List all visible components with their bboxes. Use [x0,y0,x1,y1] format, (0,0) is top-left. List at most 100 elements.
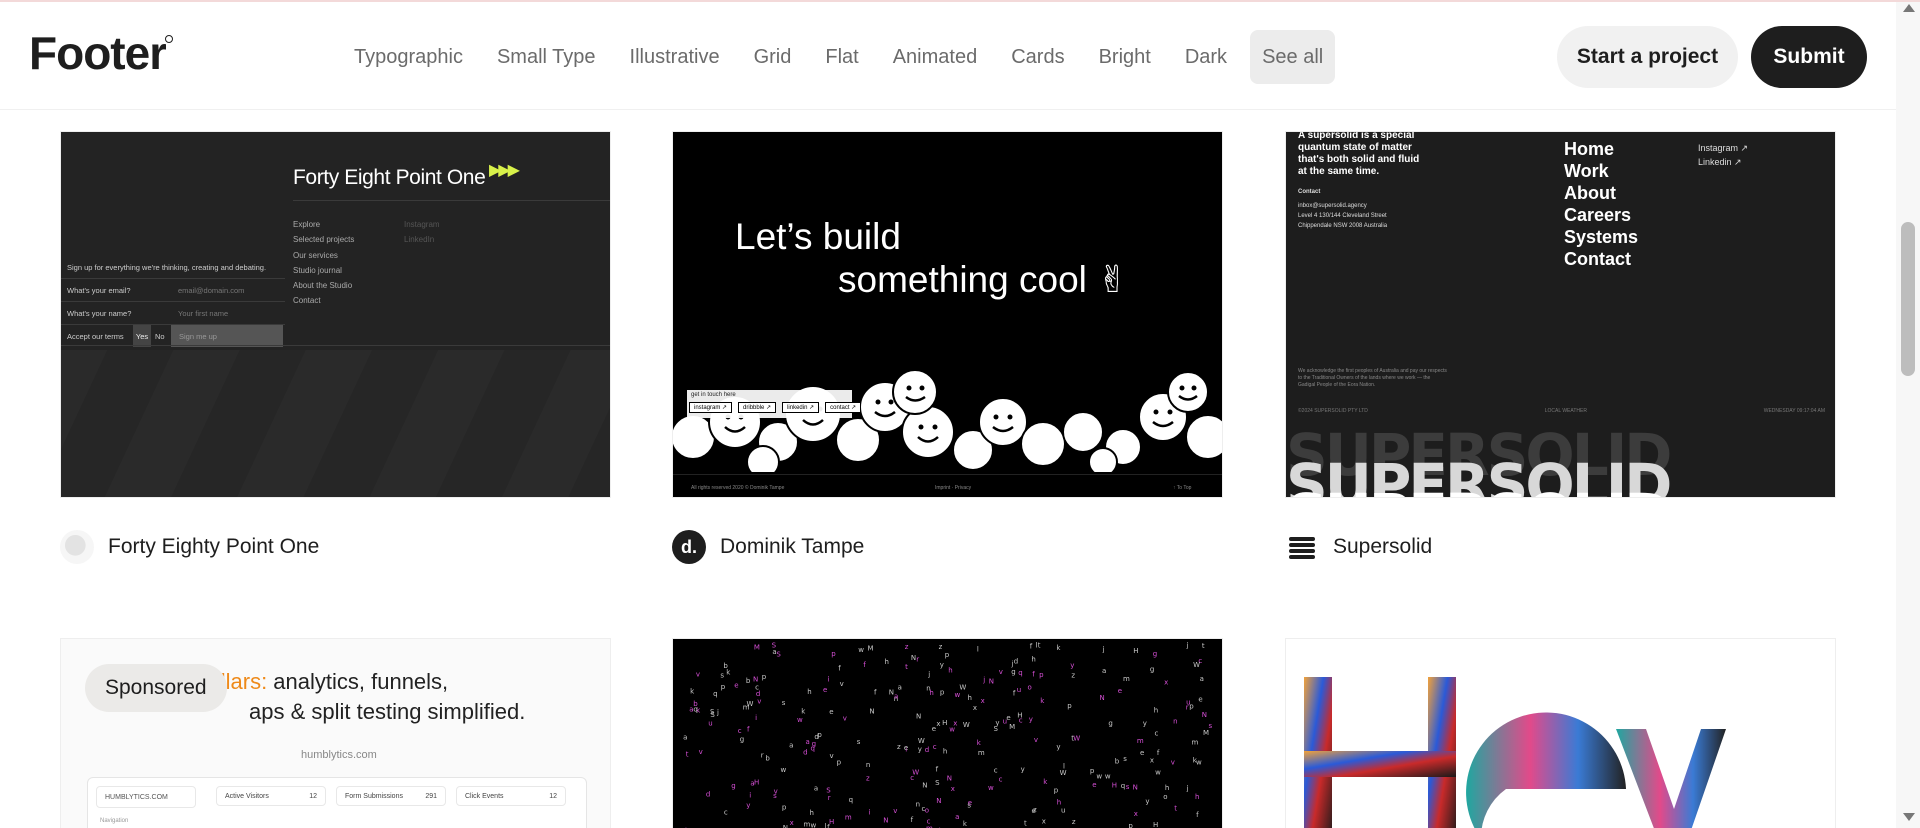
preview-headline-2: something cool ✌ [838,259,1129,300]
particle-letter: N [916,713,921,721]
particle-letter: p [831,650,836,658]
particle-letter: u [1061,807,1065,815]
particle-letter: z [1072,818,1076,826]
preview-legal: Imprint · Privacy [935,485,972,491]
card-preview-forty-eight-point-one[interactable]: Forty Eight Point One ▶▶▶ Explore Select… [60,131,611,498]
particle-letter: N [989,677,994,685]
preview-copyright: All rights reserved 2020 © Dominik Tampe [691,485,785,491]
scroll-up-arrow-icon[interactable] [1903,4,1915,12]
card-preview-hey[interactable] [1285,638,1836,828]
nav-cards[interactable]: Cards [994,30,1081,84]
nav-typographic[interactable]: Typographic [337,30,480,84]
preview-meta-row: ©2024 SUPERSOLID PTY LTD LOCAL WEATHER W… [1298,408,1825,414]
nav-see-all[interactable]: See all [1250,30,1336,84]
preview-social-item: Linkedin ↗ [1698,157,1742,167]
particle-letter: y [1143,720,1147,728]
particle-letter: f [1013,689,1016,697]
scroll-down-arrow-icon[interactable] [1903,813,1915,821]
start-project-button[interactable]: Start a project [1557,26,1738,88]
preview-name-value: Your first name [178,308,229,318]
particle-letter: S [935,779,940,787]
nav-grid[interactable]: Grid [737,30,809,84]
particle-letter: g [1150,666,1154,674]
card-preview-supersolid[interactable]: A supersolid is a special quantum state … [1285,131,1836,498]
particle-letter: W [747,700,754,708]
particle-letter: H [942,719,947,727]
particle-letter: v [757,697,761,705]
particle-letter: d [814,733,818,741]
card-preview-sponsored[interactable]: into Dollars: analytics, funnels, aps & … [60,638,611,828]
particle-letter: p [1128,822,1133,828]
page-scrollbar[interactable] [1896,2,1920,828]
card-preview-particles[interactable]: hWyhpSfihxNhucupneStlwlSoivzaepjadxNlcsN… [672,638,1223,828]
nav-illustrative[interactable]: Illustrative [613,30,737,84]
particle-letter: v [774,787,778,795]
preview-email-value: email@domain.com [178,285,245,295]
preview-nav: Home Work About Careers Systems Contact [1564,138,1638,270]
particle-letter: h [1057,799,1061,807]
preview-link: dribbble ↗ [738,402,777,413]
nav-flat[interactable]: Flat [808,30,875,84]
particle-letter: q [693,706,697,714]
nav-bright[interactable]: Bright [1082,30,1168,84]
nav-dark[interactable]: Dark [1168,30,1244,84]
particle-letter: w [811,821,817,828]
submit-button[interactable]: Submit [1751,26,1867,88]
preview-get-in-touch: get in touch here [691,392,736,398]
particle-letter: o [925,807,929,815]
particle-letter: w [858,646,864,654]
card-title[interactable]: Forty Eighty Point One [108,535,319,559]
particle-letter: y [1029,715,1033,723]
particle-letter: f [863,661,866,669]
preview-social: Instagram LinkedIn [404,217,440,247]
particle-letter: H [1133,647,1138,655]
particle-letter: x [1150,757,1154,765]
particle-letter: i [755,714,757,722]
particle-letter: e [932,725,936,733]
card-title[interactable]: Supersolid [1333,535,1432,559]
particle-letter: j [927,671,930,679]
preview-link: linkedin ↗ [782,402,820,413]
particle-letter: f [838,665,841,673]
particle-letter: x [973,704,977,712]
preview-name-row: What's your name? Your first name [61,302,285,325]
particle-letter: e [829,708,833,716]
site-logo[interactable]: Footer [29,28,166,76]
particle-letter: N [883,816,888,824]
particle-letter: o [1163,793,1167,801]
card-title-row[interactable]: Forty Eighty Point One [60,530,319,564]
preview-menu-item: Explore [293,220,321,229]
nav-animated[interactable]: Animated [876,30,995,84]
particle-letter: f [1196,811,1199,819]
particle-letter: w [988,784,994,792]
particle-letter: W [1193,661,1200,669]
particle-letter: p [721,683,726,691]
nav-small-type[interactable]: Small Type [480,30,613,84]
particle-letter: g [1011,668,1015,676]
card-title-row[interactable]: d. Dominik Tampe [672,530,864,564]
particle-letter: m [1192,739,1199,747]
preview-email-label: What's your email? [67,285,131,295]
particle-letter: p [1090,767,1095,775]
particle-letter: p [945,651,950,659]
card-title-row[interactable]: Supersolid [1285,530,1432,564]
particle-letter: e [823,686,827,694]
particle-letter: a [1102,667,1106,675]
particle-letter: N [1100,694,1105,702]
card-title[interactable]: Dominik Tampe [720,535,864,559]
preview-accept-row: Accept our terms Yes No Sign me up [61,325,285,347]
preview-stat-value: 12 [309,792,317,800]
particle-letter: e [1140,749,1144,757]
particle-letter: v [893,807,897,815]
scrollbar-thumb[interactable] [1901,222,1915,376]
card-preview-dominik-tampe[interactable]: Let’s build something cool ✌ get in touc… [672,131,1223,498]
particle-letter: y [1145,798,1149,806]
particle-letter: e [1118,687,1122,695]
preview-signup-button: Sign me up [171,325,283,347]
particle-letter: e [1092,781,1096,789]
particle-letter: W [959,684,966,692]
preview-menu-item: Studio journal [293,265,342,275]
particle-letter: d [756,690,760,698]
preview-contact-email: inbox@supersolid.agency [1298,203,1367,209]
particle-letter: c [738,727,742,735]
